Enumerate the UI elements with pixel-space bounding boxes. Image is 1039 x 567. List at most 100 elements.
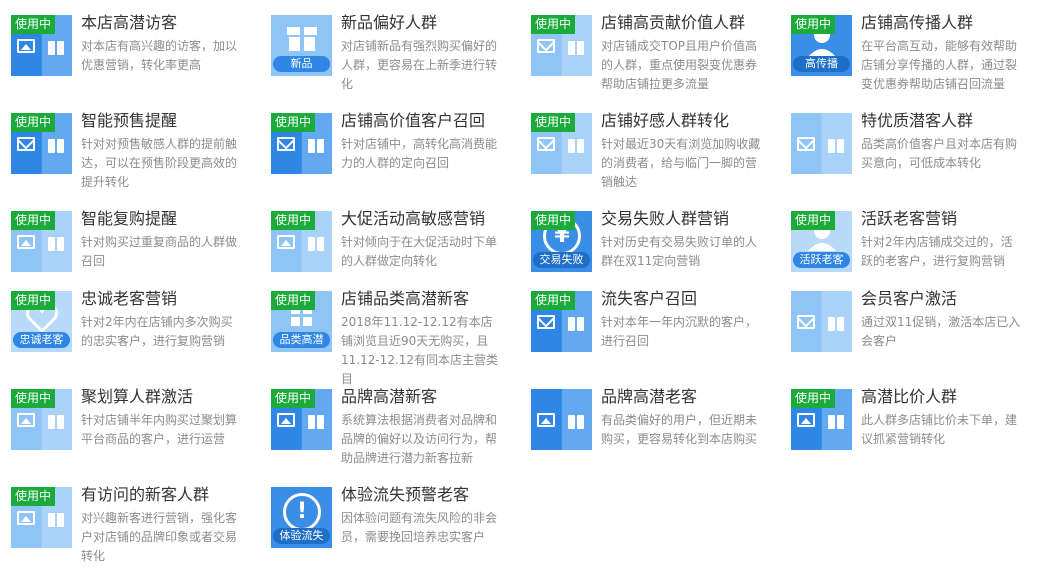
card-description: 对兴趣新客进行营销，强化客户对店铺的品牌印象或者交易转化 (81, 511, 238, 563)
book-icon (828, 415, 846, 429)
warning-icon: ! 体验流失 (271, 487, 332, 548)
card-title: 高潜比价人群 (861, 387, 958, 406)
book-icon (48, 513, 66, 527)
mail-icon (17, 137, 35, 151)
card-description: 针对2年内店铺成交过的，活跃的老客户，进行复购营销 (861, 235, 1013, 268)
card-price-comparison[interactable]: 使用中 高潜比价人群 此人群多店铺比价未下单，建议抓紧营销转化 (780, 374, 1030, 464)
audience-icon: 使用中 (271, 113, 332, 174)
card-active-old-customers[interactable]: 活跃老客 使用中 活跃老客营销 针对2年内店铺成交过的，活跃的老客户，进行复购营… (780, 196, 1030, 286)
image-icon (277, 235, 295, 249)
mail-icon (537, 137, 555, 151)
book-icon (48, 41, 66, 55)
icon-label: 活跃老客 (793, 252, 850, 268)
in-use-badge: 使用中 (271, 389, 316, 408)
card-title: 有访问的新客人群 (81, 485, 210, 504)
book-icon (568, 415, 586, 429)
card-description: 因体验问题有流失风险的非会员，需要挽回培养忠实客户 (341, 511, 498, 544)
card-description: 针对店铺中，高转化高消费能力的人群的定向召回 (341, 137, 498, 170)
in-use-badge: 使用中 (791, 389, 836, 408)
card-description: 通过双11促销，激活本店已入会客户 (861, 315, 1021, 348)
in-use-badge: 使用中 (531, 15, 576, 34)
card-description: 针对本年一年内沉默的客户，进行召回 (601, 315, 758, 348)
card-description: 系统算法根据消费者对品牌和品牌的偏好以及访问行为，帮助品牌进行潜力新客拉新 (341, 413, 498, 465)
card-lost-customer-recall[interactable]: 使用中 流失客户召回 针对本年一年内沉默的客户，进行召回 (520, 276, 770, 366)
in-use-badge: 使用中 (11, 113, 56, 132)
card-high-potential-visitors[interactable]: 使用中 本店高潜访客 对本店有高兴趣的访客，加以优惠营销，转化率更高 (0, 0, 250, 90)
card-description: 针对2年内在店铺内多次购买的忠实客户，进行复购营销 (81, 315, 233, 348)
in-use-badge: 使用中 (11, 211, 56, 230)
card-title: 忠诚老客营销 (81, 289, 178, 308)
category-icon: 品类高潜 使用中 (271, 291, 332, 352)
card-smart-repurchase[interactable]: 使用中 智能复购提醒 针对购买过重复商品的人群做召回 (0, 196, 250, 286)
in-use-badge: 使用中 (531, 211, 576, 230)
audience-icon: 使用中 (11, 15, 72, 76)
card-title: 大促活动高敏感营销 (341, 209, 486, 228)
card-title: 智能复购提醒 (81, 209, 178, 228)
mail-icon (537, 39, 555, 53)
card-category-high-potential[interactable]: 品类高潜 使用中 店铺品类高潜新客 2018年11.12-12.12有本店铺浏览… (260, 276, 510, 386)
card-description: 针对最近30天有浏览加购收藏的消费者，给与临门一脚的营销触达 (601, 137, 761, 189)
card-description: 对店铺成交TOP且用户价值高的人群，重点使用裂变优惠券帮助店铺拉更多流量 (601, 39, 758, 91)
card-promo-sensitive[interactable]: 使用中 大促活动高敏感营销 针对倾向于在大促活动时下单的人群做定向转化 (260, 196, 510, 286)
card-title: 会员客户激活 (861, 289, 958, 308)
card-title: 新品偏好人群 (341, 13, 438, 32)
card-brand-high-potential-old[interactable]: 品牌高潜老客 有品类偏好的用户，但近期未购买，更容易转化到本店购买 (520, 374, 770, 464)
yuan-icon: ¥ 交易失败 使用中 (531, 211, 592, 272)
book-icon (308, 139, 326, 153)
image-icon (17, 39, 35, 53)
card-title: 体验流失预警老客 (341, 485, 470, 504)
card-title: 品牌高潜新客 (341, 387, 438, 406)
book-icon (308, 237, 326, 251)
audience-icon: 使用中 (531, 113, 592, 174)
in-use-badge: 使用中 (11, 291, 56, 310)
card-high-value-recall[interactable]: 使用中 店铺高价值客户召回 针对店铺中，高转化高消费能力的人群的定向召回 (260, 98, 510, 188)
book-icon (48, 237, 66, 251)
image-icon (17, 511, 35, 525)
card-title: 店铺高传播人群 (861, 13, 974, 32)
mail-icon (797, 315, 815, 329)
card-smart-presale-reminder[interactable]: 使用中 智能预售提醒 针对对预售敏感人群的提前触达，可以在预售阶段更高效的提升转… (0, 98, 250, 189)
book-icon (568, 139, 586, 153)
card-brand-high-potential-new[interactable]: 使用中 品牌高潜新客 系统算法根据消费者对品牌和品牌的偏好以及访问行为，帮助品牌… (260, 374, 510, 465)
in-use-badge: 使用中 (791, 211, 836, 230)
icon-label: 体验流失 (273, 528, 330, 544)
card-description: 品类高价值客户且对本店有购买意向，可低成本转化 (861, 137, 1018, 170)
card-description: 对本店有高兴趣的访客，加以优惠营销，转化率更高 (81, 39, 238, 72)
card-failed-transaction[interactable]: ¥ 交易失败 使用中 交易失败人群营销 针对历史有交易失败订单的人群在双11定向… (520, 196, 770, 286)
card-juhuasuan-activation[interactable]: 使用中 聚划算人群激活 针对店铺半年内购买过聚划算平台商品的客户，进行运营 (0, 374, 250, 464)
audience-icon (791, 291, 852, 352)
card-visited-new-customers[interactable]: 使用中 有访问的新客人群 对兴趣新客进行营销，强化客户对店铺的品牌印象或者交易转… (0, 472, 250, 563)
mail-icon (797, 137, 815, 151)
card-high-contribution-value[interactable]: 使用中 店铺高贡献价值人群 对店铺成交TOP且用户价值高的人群，重点使用裂变优惠… (520, 0, 770, 91)
icon-label: 品类高潜 (273, 332, 330, 348)
book-icon (828, 139, 846, 153)
in-use-badge: 使用中 (11, 389, 56, 408)
icon-label: 交易失败 (533, 252, 590, 268)
exclamation-symbol: ! (296, 499, 308, 524)
card-title: 聚划算人群激活 (81, 387, 194, 406)
book-icon (568, 41, 586, 55)
card-title: 店铺好感人群转化 (601, 111, 730, 130)
card-premium-prospects[interactable]: 特优质潜客人群 品类高价值客户且对本店有购买意向，可低成本转化 (780, 98, 1030, 188)
book-icon (48, 139, 66, 153)
audience-icon (531, 389, 592, 450)
gift-box-icon: 新品 (271, 15, 332, 76)
image-icon (797, 413, 815, 427)
card-title: 活跃老客营销 (861, 209, 958, 228)
card-new-product-preference[interactable]: 新品 新品偏好人群 对店铺新品有强烈购买偏好的人群，更容易在上新季进行转化 (260, 0, 510, 91)
card-description: 针对历史有交易失败订单的人群在双11定向营销 (601, 235, 758, 268)
card-favorable-conversion[interactable]: 使用中 店铺好感人群转化 针对最近30天有浏览加购收藏的消费者，给与临门一脚的营… (520, 98, 770, 189)
icon-label: 新品 (273, 56, 330, 72)
mail-icon (537, 315, 555, 329)
card-high-spread[interactable]: 高传播 使用中 店铺高传播人群 在平台高互动，能够有效帮助店铺分享传播的人群，通… (780, 0, 1030, 91)
card-description: 针对倾向于在大促活动时下单的人群做定向转化 (341, 235, 498, 268)
card-loyal-old-customers[interactable]: 忠诚老客 使用中 忠诚老客营销 针对2年内在店铺内多次购买的忠实客户，进行复购营… (0, 276, 250, 366)
in-use-badge: 使用中 (11, 15, 56, 34)
card-experience-churn-warning[interactable]: ! 体验流失 体验流失预警老客 因体验问题有流失风险的非会员，需要挽回培养忠实客… (260, 472, 510, 562)
icon-label: 高传播 (793, 56, 850, 72)
card-title: 店铺高贡献价值人群 (601, 13, 746, 32)
card-member-activation[interactable]: 会员客户激活 通过双11促销，激活本店已入会客户 (780, 276, 1030, 366)
in-use-badge: 使用中 (271, 211, 316, 230)
card-title: 本店高潜访客 (81, 13, 178, 32)
card-title: 流失客户召回 (601, 289, 698, 308)
